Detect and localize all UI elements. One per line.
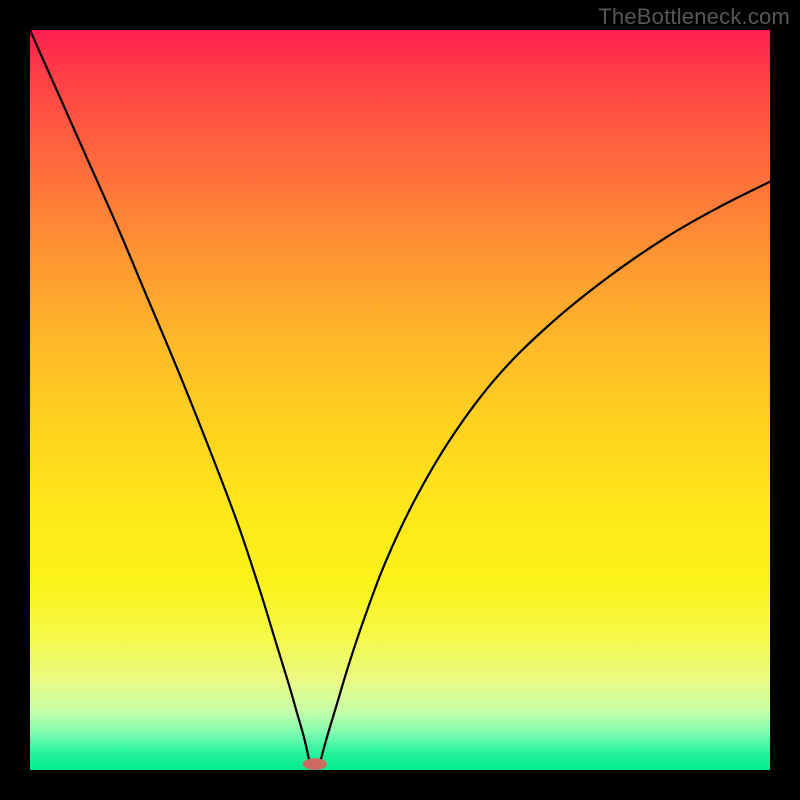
curve-right-branch — [320, 182, 770, 763]
curve-left-branch — [30, 30, 310, 763]
watermark-text: TheBottleneck.com — [598, 4, 790, 30]
minimum-marker — [303, 758, 327, 770]
chart-plot-area — [30, 30, 770, 770]
chart-svg — [30, 30, 770, 770]
